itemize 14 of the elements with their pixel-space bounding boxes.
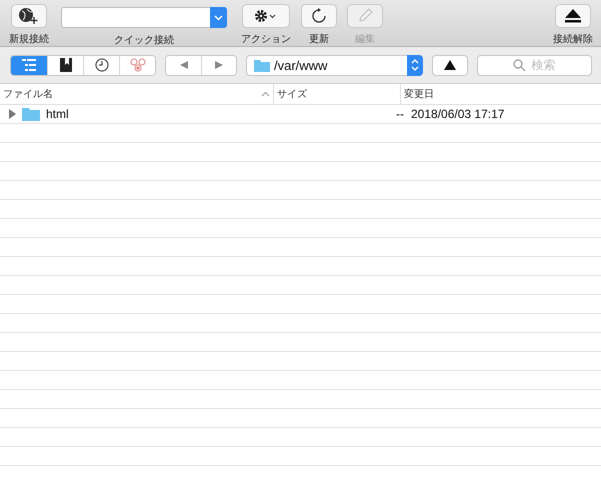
file-name: html <box>46 107 69 121</box>
modified-date: 2018/06/03 17:17 <box>411 107 504 121</box>
quick-label: クイック接続 <box>114 34 174 47</box>
path-dropdown[interactable]: /var/www <box>246 54 423 76</box>
disconnect-label: 接続解除 <box>553 32 593 46</box>
search-field[interactable]: 検索 <box>477 54 592 76</box>
new-label: 新規接続 <box>9 32 49 46</box>
edit-label: 編集 <box>355 33 375 46</box>
refresh-label: 更新 <box>309 32 329 46</box>
column-header[interactable]: サイズ <box>273 84 400 104</box>
column-header[interactable]: ファイル名 <box>0 84 273 104</box>
column-header[interactable]: 変更日 <box>400 84 601 104</box>
file-size: -- <box>396 107 404 121</box>
action-label: アクション <box>241 33 291 46</box>
